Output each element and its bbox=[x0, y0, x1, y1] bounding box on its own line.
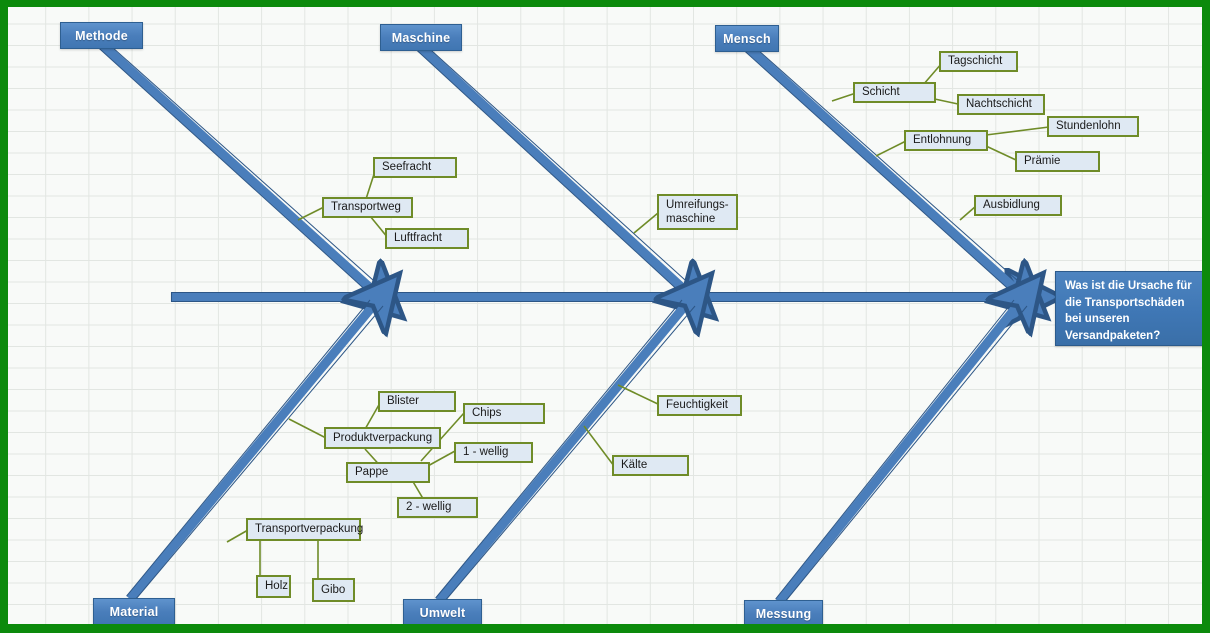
cause-box-transportweg[interactable]: Transportweg bbox=[322, 197, 413, 218]
cause-box-luftfracht[interactable]: Luftfracht bbox=[385, 228, 469, 249]
bone-messung bbox=[775, 300, 1027, 606]
ishikawa-diagram-canvas: Methode Maschine Mensch Material Umwelt … bbox=[0, 0, 1210, 633]
cause-box-tagschicht[interactable]: Tagschicht bbox=[939, 51, 1018, 72]
category-label-umwelt[interactable]: Umwelt bbox=[403, 599, 482, 624]
category-label-mensch[interactable]: Mensch bbox=[715, 25, 779, 52]
spine-bone bbox=[170, 293, 1038, 302]
cause-box-blister[interactable]: Blister bbox=[378, 391, 456, 412]
category-label-methode[interactable]: Methode bbox=[60, 22, 143, 49]
bone-methode bbox=[93, 36, 383, 295]
cause-box-chips[interactable]: Chips bbox=[463, 403, 545, 424]
cause-box-gibo[interactable]: Gibo bbox=[312, 578, 355, 602]
cause-box-seefracht[interactable]: Seefracht bbox=[373, 157, 457, 178]
cause-box-stundenlohn[interactable]: Stundenlohn bbox=[1047, 116, 1139, 137]
cause-box-feuchtigkeit[interactable]: Feuchtigkeit bbox=[657, 395, 742, 416]
cause-box-entlohnung[interactable]: Entlohnung bbox=[904, 130, 988, 151]
cause-box-1-wellig[interactable]: 1 - wellig bbox=[454, 442, 533, 463]
cause-box-ausbidlung[interactable]: Ausbidlung bbox=[974, 195, 1062, 216]
problem-statement-box[interactable]: Was ist die Ursache für die Transportsch… bbox=[1055, 271, 1202, 346]
category-label-messung[interactable]: Messung bbox=[744, 600, 823, 624]
cause-box-pappe[interactable]: Pappe bbox=[346, 462, 430, 483]
cause-box-nachtschicht[interactable]: Nachtschicht bbox=[957, 94, 1045, 115]
cause-box-schicht[interactable]: Schicht bbox=[853, 82, 936, 103]
cause-box-produktverpackung[interactable]: Produktverpackung bbox=[324, 427, 441, 449]
cause-box-holz[interactable]: Holz bbox=[256, 575, 291, 598]
cause-box-transportverpackung[interactable]: Transportverpackung bbox=[246, 518, 363, 541]
bone-mensch bbox=[740, 40, 1027, 295]
cause-box-umreifungsmaschine[interactable]: Umreifungs- maschine bbox=[657, 194, 738, 230]
category-label-material[interactable]: Material bbox=[93, 598, 175, 624]
cause-box-praemie[interactable]: Prämie bbox=[1015, 151, 1100, 172]
bone-material bbox=[126, 300, 383, 603]
cause-box-kaelte[interactable]: Kälte bbox=[612, 455, 689, 476]
cause-box-2-wellig[interactable]: 2 - wellig bbox=[397, 497, 478, 518]
category-label-maschine[interactable]: Maschine bbox=[380, 24, 462, 51]
